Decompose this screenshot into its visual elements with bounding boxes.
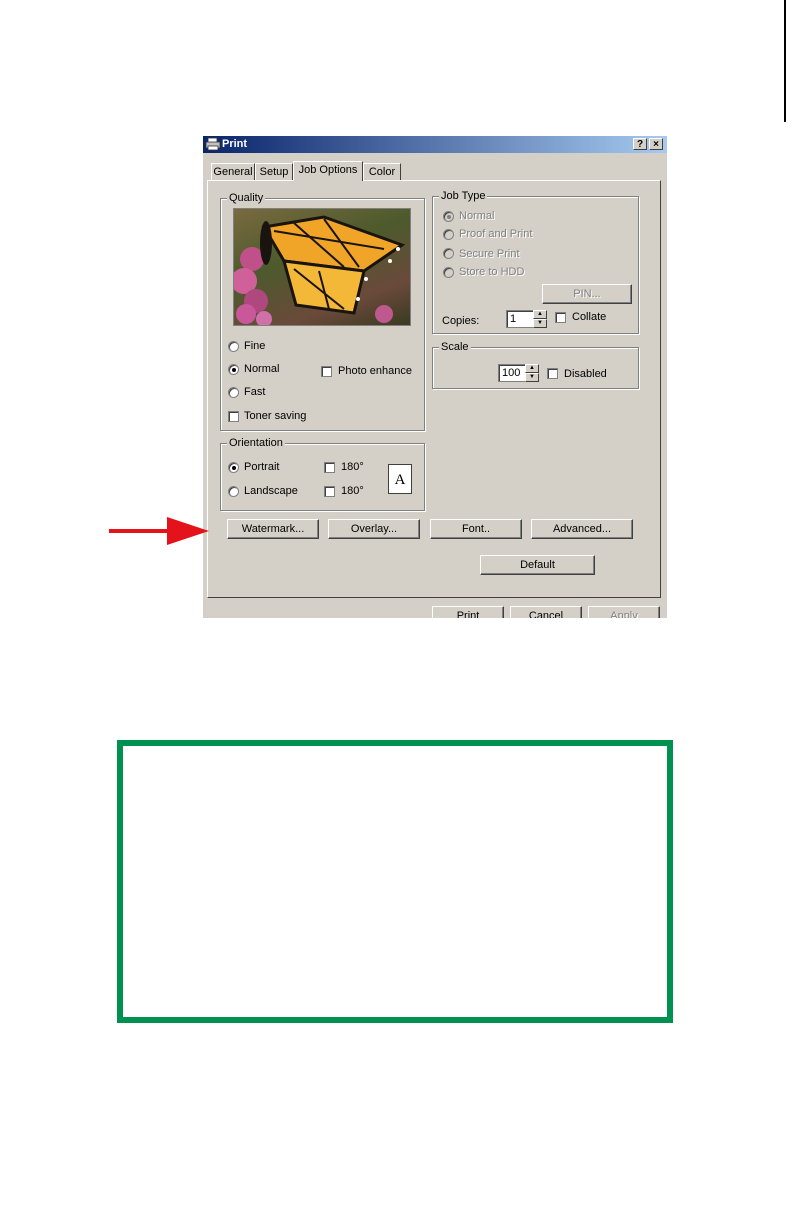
note-box	[117, 740, 673, 1023]
job-proof-radio[interactable]	[443, 229, 454, 240]
copies-label: Copies:	[442, 315, 480, 327]
portrait-label: Portrait	[244, 461, 280, 473]
orientation-page-icon: A	[388, 464, 412, 494]
spin-down-icon[interactable]: ▼	[533, 319, 547, 328]
landscape-rotate-label: 180°	[341, 485, 364, 497]
portrait-radio[interactable]	[228, 462, 239, 473]
advanced-button[interactable]: Advanced...	[531, 519, 633, 539]
tab-general[interactable]: General	[211, 163, 255, 181]
job-normal-label: Normal	[459, 210, 495, 222]
job-secure-radio[interactable]	[443, 248, 454, 259]
scale-input[interactable]: 100	[498, 364, 526, 382]
page-margin-rule	[784, 0, 786, 122]
cancel-button[interactable]: Cancel	[510, 606, 582, 618]
landscape-label: Landscape	[244, 485, 298, 497]
collate-checkbox[interactable]	[555, 312, 566, 323]
job-secure-label: Secure Print	[459, 248, 520, 260]
scale-disabled-label: Disabled	[564, 368, 607, 380]
job-normal-radio[interactable]	[443, 211, 454, 222]
font-button[interactable]: Font..	[430, 519, 522, 539]
job-store-radio[interactable]	[443, 267, 454, 278]
landscape-radio[interactable]	[228, 486, 239, 497]
help-button[interactable]: ?	[633, 138, 647, 150]
copies-input[interactable]: 1	[506, 310, 534, 328]
quality-normal-radio[interactable]	[228, 364, 239, 375]
quality-preview-image	[233, 208, 411, 326]
copies-spinner[interactable]: ▲ ▼	[533, 310, 547, 328]
butterfly-photo	[234, 215, 406, 325]
print-button[interactable]: Print	[432, 606, 504, 618]
portrait-rotate-label: 180°	[341, 461, 364, 473]
spin-up-icon[interactable]: ▲	[525, 364, 539, 373]
overlay-button[interactable]: Overlay...	[328, 519, 420, 539]
job-store-label: Store to HDD	[459, 266, 525, 278]
title-bar: Print ? ×	[203, 136, 667, 153]
watermark-button[interactable]: Watermark...	[227, 519, 319, 539]
pin-button[interactable]: PIN...	[542, 284, 632, 304]
quality-normal-label: Normal	[244, 363, 280, 375]
print-dialog: Print ? × General Setup Job Options Colo…	[202, 135, 667, 618]
scale-group-label: Scale	[439, 341, 471, 353]
spin-down-icon[interactable]: ▼	[525, 373, 539, 382]
default-button[interactable]: Default	[480, 555, 595, 575]
tab-color[interactable]: Color	[363, 163, 401, 181]
photo-enhance-checkbox[interactable]	[321, 366, 332, 377]
tab-setup[interactable]: Setup	[255, 163, 293, 181]
toner-saving-checkbox[interactable]	[228, 411, 239, 422]
arrow-head	[167, 517, 209, 545]
spin-up-icon[interactable]: ▲	[533, 310, 547, 319]
job-type-group-label: Job Type	[439, 190, 488, 202]
job-proof-label: Proof and Print	[459, 228, 533, 240]
apply-button[interactable]: Apply	[588, 606, 660, 618]
toner-saving-label: Toner saving	[244, 410, 307, 422]
portrait-rotate-checkbox[interactable]	[324, 462, 335, 473]
dialog-title: Print	[222, 138, 248, 150]
orientation-group-label: Orientation	[227, 437, 285, 449]
quality-fine-label: Fine	[244, 340, 266, 352]
red-pointer-arrow	[109, 517, 209, 545]
printer-icon	[205, 137, 221, 151]
close-button[interactable]: ×	[649, 138, 663, 150]
scale-spinner[interactable]: ▲ ▼	[525, 364, 539, 382]
tab-job-options[interactable]: Job Options	[293, 161, 363, 181]
quality-fast-label: Fast	[244, 386, 266, 398]
collate-label: Collate	[572, 311, 607, 323]
quality-fine-radio[interactable]	[228, 341, 239, 352]
quality-fast-radio[interactable]	[228, 387, 239, 398]
landscape-rotate-checkbox[interactable]	[324, 486, 335, 497]
scale-disabled-checkbox[interactable]	[547, 368, 558, 379]
photo-enhance-label: Photo enhance	[338, 365, 413, 377]
quality-group-label: Quality	[227, 192, 266, 204]
